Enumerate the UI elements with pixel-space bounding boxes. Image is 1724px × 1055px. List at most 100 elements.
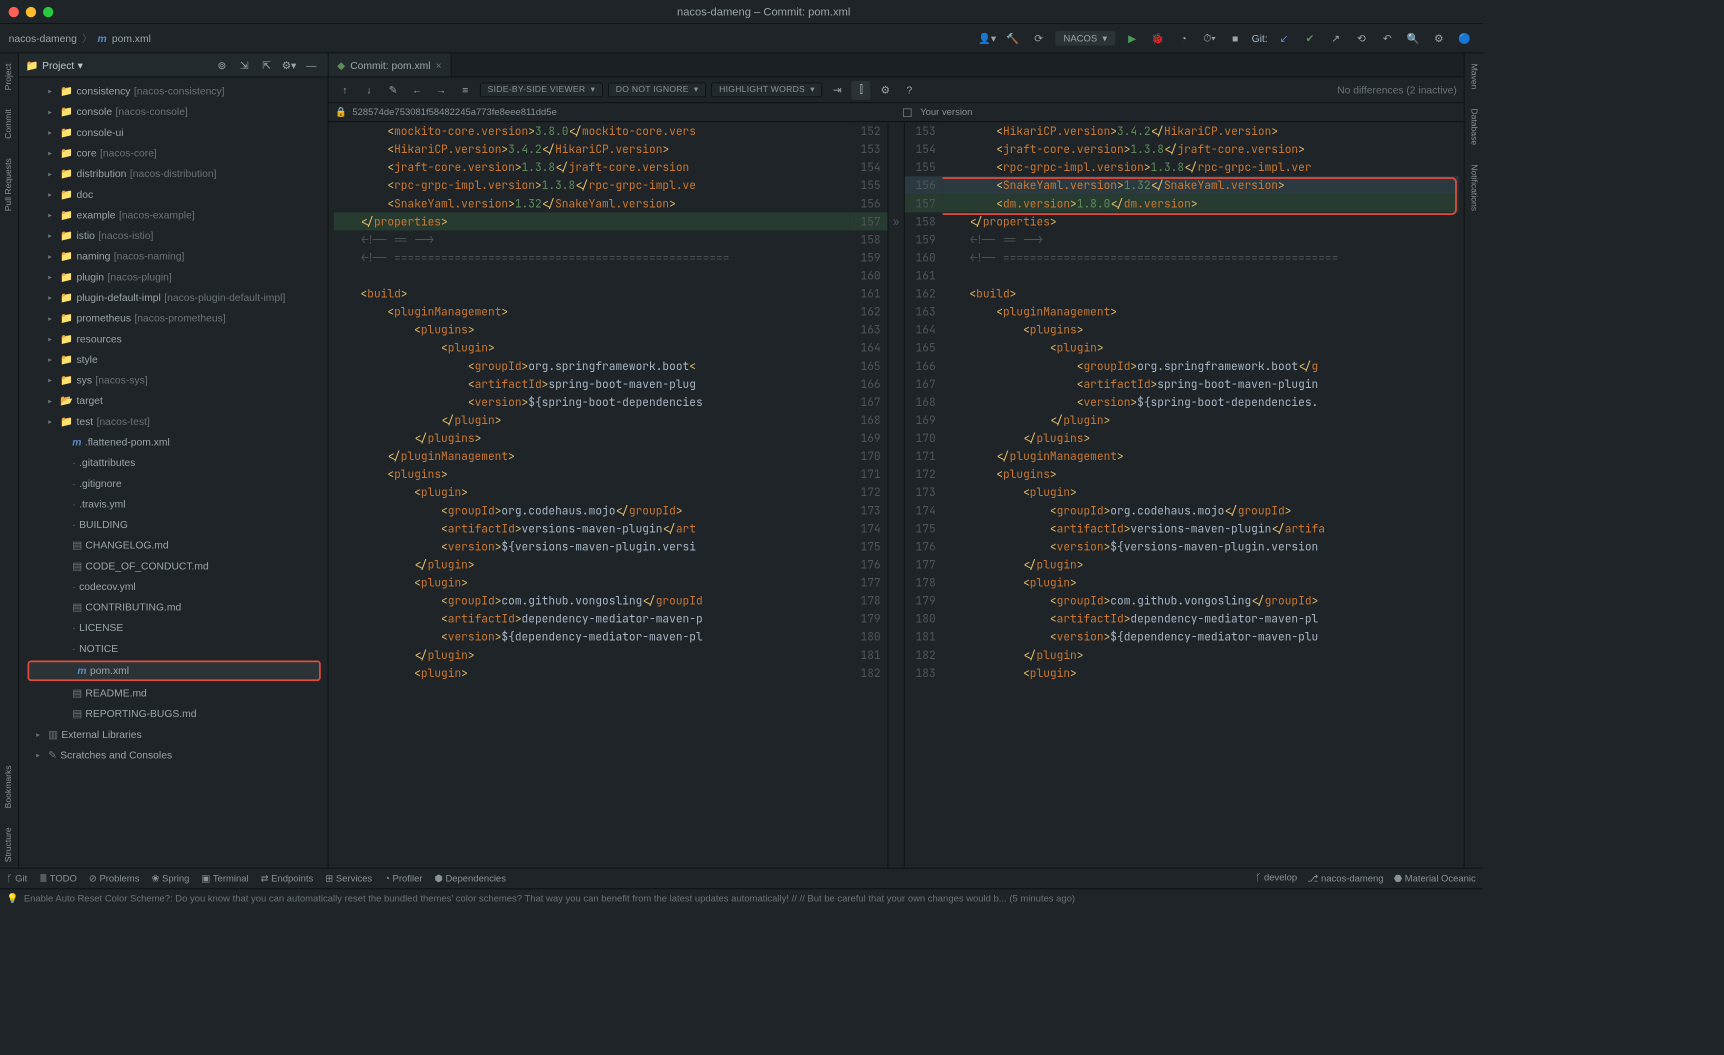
- next-diff-icon[interactable]: ↓: [359, 80, 378, 99]
- rail-bookmarks[interactable]: Bookmarks: [4, 761, 13, 814]
- run-icon[interactable]: ▶: [1123, 29, 1142, 48]
- tree-item-sys[interactable]: ▸📁 sys [nacos-sys]: [24, 370, 328, 391]
- tree-item-istio[interactable]: ▸📁 istio [nacos-istio]: [24, 225, 328, 246]
- status-services[interactable]: ⊞ Services: [325, 873, 372, 884]
- tree-item-test[interactable]: ▸📁 test [nacos-test]: [24, 411, 328, 432]
- rail-structure[interactable]: Structure: [4, 823, 13, 868]
- coverage-icon[interactable]: ◔: [1174, 29, 1193, 48]
- breadcrumb-file[interactable]: pom.xml: [112, 32, 151, 44]
- rail-notifications[interactable]: Notifications: [1469, 159, 1478, 216]
- tree-item-distribution[interactable]: ▸📁 distribution [nacos-distribution]: [24, 163, 328, 184]
- maximize-window[interactable]: [43, 6, 53, 16]
- tree-item--gitattributes[interactable]: · .gitattributes: [24, 452, 328, 473]
- rail-project[interactable]: Project: [4, 58, 13, 95]
- tree-item-license[interactable]: · LICENSE: [24, 617, 328, 638]
- status-repo[interactable]: ⎇ nacos-dameng: [1307, 873, 1383, 884]
- tree-item-code-of-conduct-md[interactable]: ▤ CODE_OF_CONDUCT.md: [24, 556, 328, 577]
- git-history-icon[interactable]: ⟲: [1352, 29, 1371, 48]
- status-todo[interactable]: ≣ TODO: [39, 873, 77, 884]
- rail-database[interactable]: Database: [1469, 103, 1478, 150]
- breadcrumb-project[interactable]: nacos-dameng: [9, 32, 77, 44]
- settings-icon[interactable]: ⚙: [1429, 29, 1448, 48]
- left-code[interactable]: <mockito-core.version>3.8.0</mockito-cor…: [334, 122, 850, 868]
- git-commit-icon[interactable]: ✔: [1300, 29, 1319, 48]
- tree-item-plugin-default-impl[interactable]: ▸📁 plugin-default-impl [nacos-plugin-def…: [24, 287, 328, 308]
- status-branch[interactable]: ᚶ develop: [1256, 873, 1297, 884]
- viewer-mode-select[interactable]: SIDE-BY-SIDE VIEWER ▾: [480, 83, 603, 98]
- tree-item-pom-xml[interactable]: m pom.xml: [28, 660, 321, 681]
- nav-fwd-icon[interactable]: →: [432, 80, 451, 99]
- list-icon[interactable]: ≡: [456, 80, 475, 99]
- status-theme[interactable]: ⬣ Material Oceanic: [1394, 873, 1476, 884]
- tree-item--flattened-pom-xml[interactable]: m .flattened-pom.xml: [24, 432, 328, 453]
- build-icon[interactable]: 🔨: [1003, 29, 1022, 48]
- collapse-all-icon[interactable]: ⇱: [257, 55, 276, 74]
- tree-item-plugin[interactable]: ▸📁 plugin [nacos-plugin]: [24, 267, 328, 288]
- status-dependencies[interactable]: ⬢ Dependencies: [435, 873, 506, 884]
- rail-maven[interactable]: Maven: [1469, 58, 1478, 94]
- sync-scroll-icon[interactable]: ⫿: [852, 80, 871, 99]
- profile-icon[interactable]: ⏱▾: [1200, 29, 1219, 48]
- readonly-checkbox[interactable]: [903, 108, 912, 117]
- nav-back-icon[interactable]: ←: [408, 80, 427, 99]
- minimize-window[interactable]: [26, 6, 36, 16]
- user-icon[interactable]: 👤▾: [978, 29, 997, 48]
- status-profiler[interactable]: ◔ Profiler: [384, 873, 422, 883]
- stop-icon[interactable]: ■: [1226, 29, 1245, 48]
- tab-commit-pom[interactable]: ◆ Commit: pom.xml ×: [329, 53, 452, 76]
- help-icon[interactable]: ?: [900, 80, 919, 99]
- tree-item-prometheus[interactable]: ▸📁 prometheus [nacos-prometheus]: [24, 308, 328, 329]
- run-config-icon[interactable]: ⟳: [1029, 29, 1048, 48]
- tree-item-console-ui[interactable]: ▸📁 console-ui: [24, 122, 328, 143]
- tree-item-codecov-yml[interactable]: · codecov.yml: [24, 576, 328, 597]
- prev-diff-icon[interactable]: ↑: [335, 80, 354, 99]
- tree-item-notice[interactable]: · NOTICE: [24, 638, 328, 659]
- ignore-select[interactable]: DO NOT IGNORE ▾: [608, 83, 706, 98]
- highlight-select[interactable]: HIGHLIGHT WORDS ▾: [711, 83, 822, 98]
- panel-settings-icon[interactable]: ⚙▾: [280, 55, 299, 74]
- run-config-select[interactable]: NACOS ▾: [1055, 31, 1116, 46]
- tree-item-style[interactable]: ▸📁 style: [24, 349, 328, 370]
- tree-item-scratches-and-consoles[interactable]: ▸✎ Scratches and Consoles: [24, 745, 328, 766]
- expand-all-icon[interactable]: ⇲: [235, 55, 254, 74]
- close-window[interactable]: [9, 6, 19, 16]
- tree-item--travis-yml[interactable]: · .travis.yml: [24, 494, 328, 515]
- tree-item-console[interactable]: ▸📁 console [nacos-console]: [24, 101, 328, 122]
- tab-close-icon[interactable]: ×: [436, 59, 442, 71]
- tree-item-readme-md[interactable]: ▤ README.md: [24, 683, 328, 704]
- tree-item-external-libraries[interactable]: ▸▥ External Libraries: [24, 724, 328, 745]
- rail-pull-requests[interactable]: Pull Requests: [4, 153, 13, 216]
- right-code[interactable]: <HikariCP.version>3.4.2</HikariCP.versio…: [943, 122, 1459, 868]
- select-opened-icon[interactable]: ⊚: [212, 55, 231, 74]
- rail-commit[interactable]: Commit: [4, 104, 13, 144]
- git-push-icon[interactable]: ↗: [1326, 29, 1345, 48]
- tree-item-target[interactable]: ▸📂 target: [24, 390, 328, 411]
- tree-item--gitignore[interactable]: · .gitignore: [24, 473, 328, 494]
- tree-item-naming[interactable]: ▸📁 naming [nacos-naming]: [24, 246, 328, 267]
- hide-panel-icon[interactable]: —: [302, 55, 321, 74]
- tree-item-building[interactable]: · BUILDING: [24, 514, 328, 535]
- tree-item-doc[interactable]: ▸📁 doc: [24, 184, 328, 205]
- tree-item-core[interactable]: ▸📁 core [nacos-core]: [24, 143, 328, 164]
- debug-icon[interactable]: 🐞: [1148, 29, 1167, 48]
- tree-item-resources[interactable]: ▸📁 resources: [24, 329, 328, 350]
- collapse-unchanged-icon[interactable]: ⇥: [828, 80, 847, 99]
- status-spring[interactable]: ❀ Spring: [151, 873, 189, 884]
- tree-item-example[interactable]: ▸📁 example [nacos-example]: [24, 205, 328, 226]
- project-tree[interactable]: ▸📁 consistency [nacos-consistency]▸📁 con…: [19, 77, 328, 867]
- diff-settings-icon[interactable]: ⚙: [876, 80, 895, 99]
- tree-item-changelog-md[interactable]: ▤ CHANGELOG.md: [24, 535, 328, 556]
- tree-item-reporting-bugs-md[interactable]: ▤ REPORTING-BUGS.md: [24, 703, 328, 724]
- git-rollback-icon[interactable]: ↶: [1378, 29, 1397, 48]
- git-update-icon[interactable]: ↙: [1275, 29, 1294, 48]
- edit-icon[interactable]: ✎: [384, 80, 403, 99]
- search-icon[interactable]: 🔍: [1404, 29, 1423, 48]
- tree-item-consistency[interactable]: ▸📁 consistency [nacos-consistency]: [24, 81, 328, 102]
- tree-item-contributing-md[interactable]: ▤ CONTRIBUTING.md: [24, 597, 328, 618]
- status-endpoints[interactable]: ⇄ Endpoints: [261, 873, 314, 884]
- status-terminal[interactable]: ▣ Terminal: [201, 873, 248, 884]
- status-problems[interactable]: ⊘ Problems: [89, 873, 140, 884]
- avatar-icon[interactable]: 🔵: [1455, 29, 1474, 48]
- status-git[interactable]: ᚶ Git: [7, 873, 27, 883]
- tab-label: Commit: pom.xml: [350, 59, 430, 71]
